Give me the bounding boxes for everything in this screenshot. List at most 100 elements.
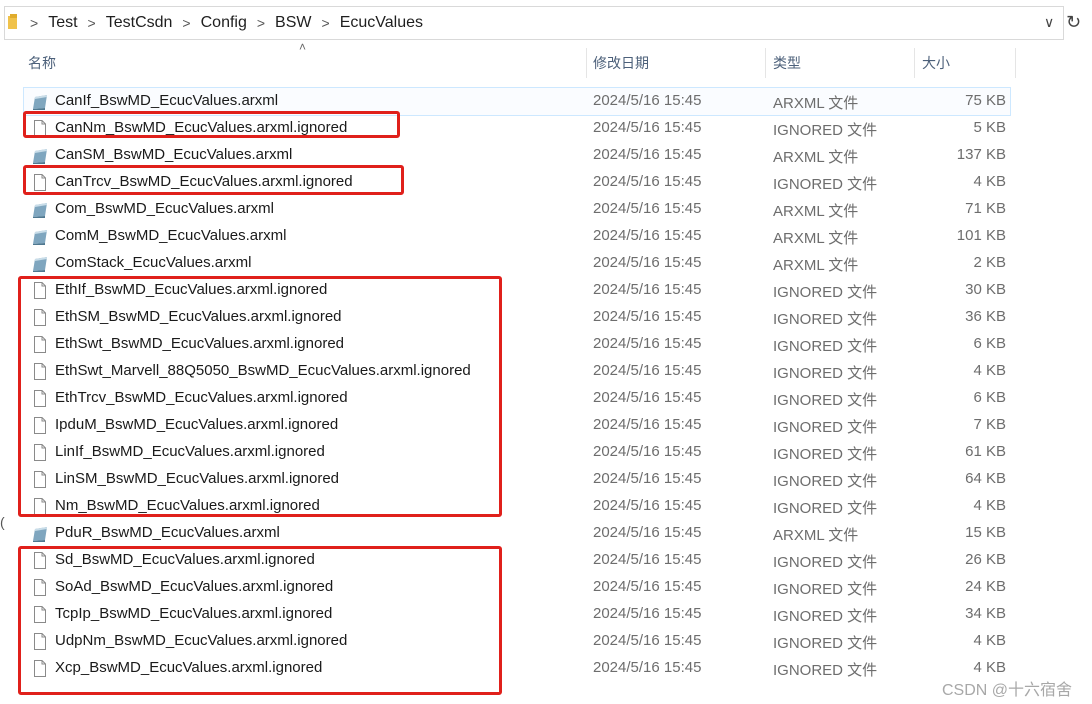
file-type: IGNORED 文件 — [773, 419, 878, 436]
watermark: CSDN @十六宿舍 — [942, 682, 1073, 699]
breadcrumb-item-config[interactable]: Config — [201, 14, 247, 32]
column-header-date[interactable]: 修改日期 — [593, 48, 649, 78]
file-type: IGNORED 文件 — [773, 311, 878, 328]
highlight-box — [18, 546, 502, 695]
file-name: CanIf_BswMD_EcucValues.arxml — [55, 92, 279, 109]
chevron-right-icon[interactable]: > — [322, 15, 330, 31]
file-size: 4 KB — [973, 173, 1006, 190]
arxml-file-icon — [33, 257, 47, 272]
file-name: PduR_BswMD_EcucValues.arxml — [55, 524, 280, 541]
column-divider[interactable] — [914, 48, 915, 78]
file-date: 2024/5/16 15:45 — [593, 659, 702, 676]
file-date: 2024/5/16 15:45 — [593, 254, 702, 271]
file-date: 2024/5/16 15:45 — [593, 281, 702, 298]
file-type: IGNORED 文件 — [773, 284, 878, 301]
file-size: 26 KB — [965, 551, 1006, 568]
file-date: 2024/5/16 15:45 — [593, 524, 702, 541]
file-date: 2024/5/16 15:45 — [593, 497, 702, 514]
breadcrumb: > Test > TestCsdn > Config > BSW > EcucV… — [30, 14, 423, 32]
file-date: 2024/5/16 15:45 — [593, 92, 702, 109]
column-divider[interactable] — [765, 48, 766, 78]
file-date: 2024/5/16 15:45 — [593, 605, 702, 622]
file-type: IGNORED 文件 — [773, 581, 878, 598]
file-row[interactable]: ComStack_EcucValues.arxml 2024/5/16 15:45… — [24, 250, 1010, 277]
file-type: ARXML 文件 — [773, 527, 859, 544]
file-type: IGNORED 文件 — [773, 392, 878, 409]
file-type: IGNORED 文件 — [773, 338, 878, 355]
file-type: ARXML 文件 — [773, 257, 859, 274]
file-type: ARXML 文件 — [773, 149, 859, 166]
file-date: 2024/5/16 15:45 — [593, 632, 702, 649]
file-size: 75 KB — [965, 92, 1006, 109]
file-name: CanSM_BswMD_EcucValues.arxml — [55, 146, 293, 163]
file-size: 137 KB — [956, 146, 1006, 163]
highlight-box — [23, 111, 400, 138]
file-date: 2024/5/16 15:45 — [593, 443, 702, 460]
file-size: 30 KB — [965, 281, 1006, 298]
file-size: 4 KB — [973, 497, 1006, 514]
file-name: Com_BswMD_EcucValues.arxml — [55, 200, 274, 217]
file-size: 6 KB — [973, 389, 1006, 406]
file-name: ComStack_EcucValues.arxml — [55, 254, 252, 271]
file-date: 2024/5/16 15:45 — [593, 470, 702, 487]
file-size: 4 KB — [973, 659, 1006, 676]
file-date: 2024/5/16 15:45 — [593, 119, 702, 136]
file-date: 2024/5/16 15:45 — [593, 389, 702, 406]
breadcrumb-item-ecucvalues[interactable]: EcucValues — [340, 14, 423, 32]
file-date: 2024/5/16 15:45 — [593, 200, 702, 217]
refresh-icon[interactable]: ↻ — [1066, 12, 1081, 33]
file-size: 64 KB — [965, 470, 1006, 487]
breadcrumb-item-testcsdn[interactable]: TestCsdn — [106, 14, 173, 32]
column-divider[interactable] — [586, 48, 587, 78]
file-size: 2 KB — [973, 254, 1006, 271]
file-type: IGNORED 文件 — [773, 365, 878, 382]
file-date: 2024/5/16 15:45 — [593, 335, 702, 352]
file-type: ARXML 文件 — [773, 203, 859, 220]
column-header-size[interactable]: 大小 — [922, 48, 950, 78]
file-name: ComM_BswMD_EcucValues.arxml — [55, 227, 287, 244]
chevron-right-icon[interactable]: > — [257, 15, 265, 31]
file-date: 2024/5/16 15:45 — [593, 146, 702, 163]
address-bar: > Test > TestCsdn > Config > BSW > EcucV… — [0, 0, 1092, 46]
file-size: 5 KB — [973, 119, 1006, 136]
file-type: IGNORED 文件 — [773, 635, 878, 652]
file-row[interactable]: PduR_BswMD_EcucValues.arxml 2024/5/16 15:… — [24, 520, 1010, 547]
file-size: 4 KB — [973, 632, 1006, 649]
file-size: 15 KB — [965, 524, 1006, 541]
column-header-name[interactable]: 名称 — [28, 48, 56, 78]
file-size: 6 KB — [973, 335, 1006, 352]
arxml-file-icon — [33, 95, 47, 110]
file-type: IGNORED 文件 — [773, 473, 878, 490]
breadcrumb-item-test[interactable]: Test — [48, 14, 77, 32]
file-type: IGNORED 文件 — [773, 122, 878, 139]
arxml-file-icon — [33, 149, 47, 164]
column-divider[interactable] — [1015, 48, 1016, 78]
file-type: IGNORED 文件 — [773, 500, 878, 517]
file-date: 2024/5/16 15:45 — [593, 416, 702, 433]
chevron-right-icon[interactable]: > — [88, 15, 96, 31]
file-type: IGNORED 文件 — [773, 662, 878, 679]
file-type: IGNORED 文件 — [773, 608, 878, 625]
folder-icon — [8, 14, 17, 29]
file-type: ARXML 文件 — [773, 95, 859, 112]
file-date: 2024/5/16 15:45 — [593, 173, 702, 190]
file-date: 2024/5/16 15:45 — [593, 578, 702, 595]
highlight-box — [18, 276, 502, 517]
edge-fragment: ( — [0, 514, 5, 530]
column-header-type[interactable]: 类型 — [773, 48, 801, 78]
chevron-down-icon[interactable]: ∨ — [1044, 14, 1054, 31]
file-type: IGNORED 文件 — [773, 554, 878, 571]
file-type: IGNORED 文件 — [773, 176, 878, 193]
file-type: IGNORED 文件 — [773, 446, 878, 463]
arxml-file-icon — [33, 203, 47, 218]
file-size: 4 KB — [973, 362, 1006, 379]
file-date: 2024/5/16 15:45 — [593, 362, 702, 379]
file-row[interactable]: ComM_BswMD_EcucValues.arxml 2024/5/16 15:… — [24, 223, 1010, 250]
breadcrumb-item-bsw[interactable]: BSW — [275, 14, 311, 32]
file-size: 34 KB — [965, 605, 1006, 622]
file-date: 2024/5/16 15:45 — [593, 308, 702, 325]
chevron-right-icon[interactable]: > — [182, 15, 190, 31]
file-date: 2024/5/16 15:45 — [593, 227, 702, 244]
file-size: 61 KB — [965, 443, 1006, 460]
file-row[interactable]: Com_BswMD_EcucValues.arxml 2024/5/16 15:4… — [24, 196, 1010, 223]
